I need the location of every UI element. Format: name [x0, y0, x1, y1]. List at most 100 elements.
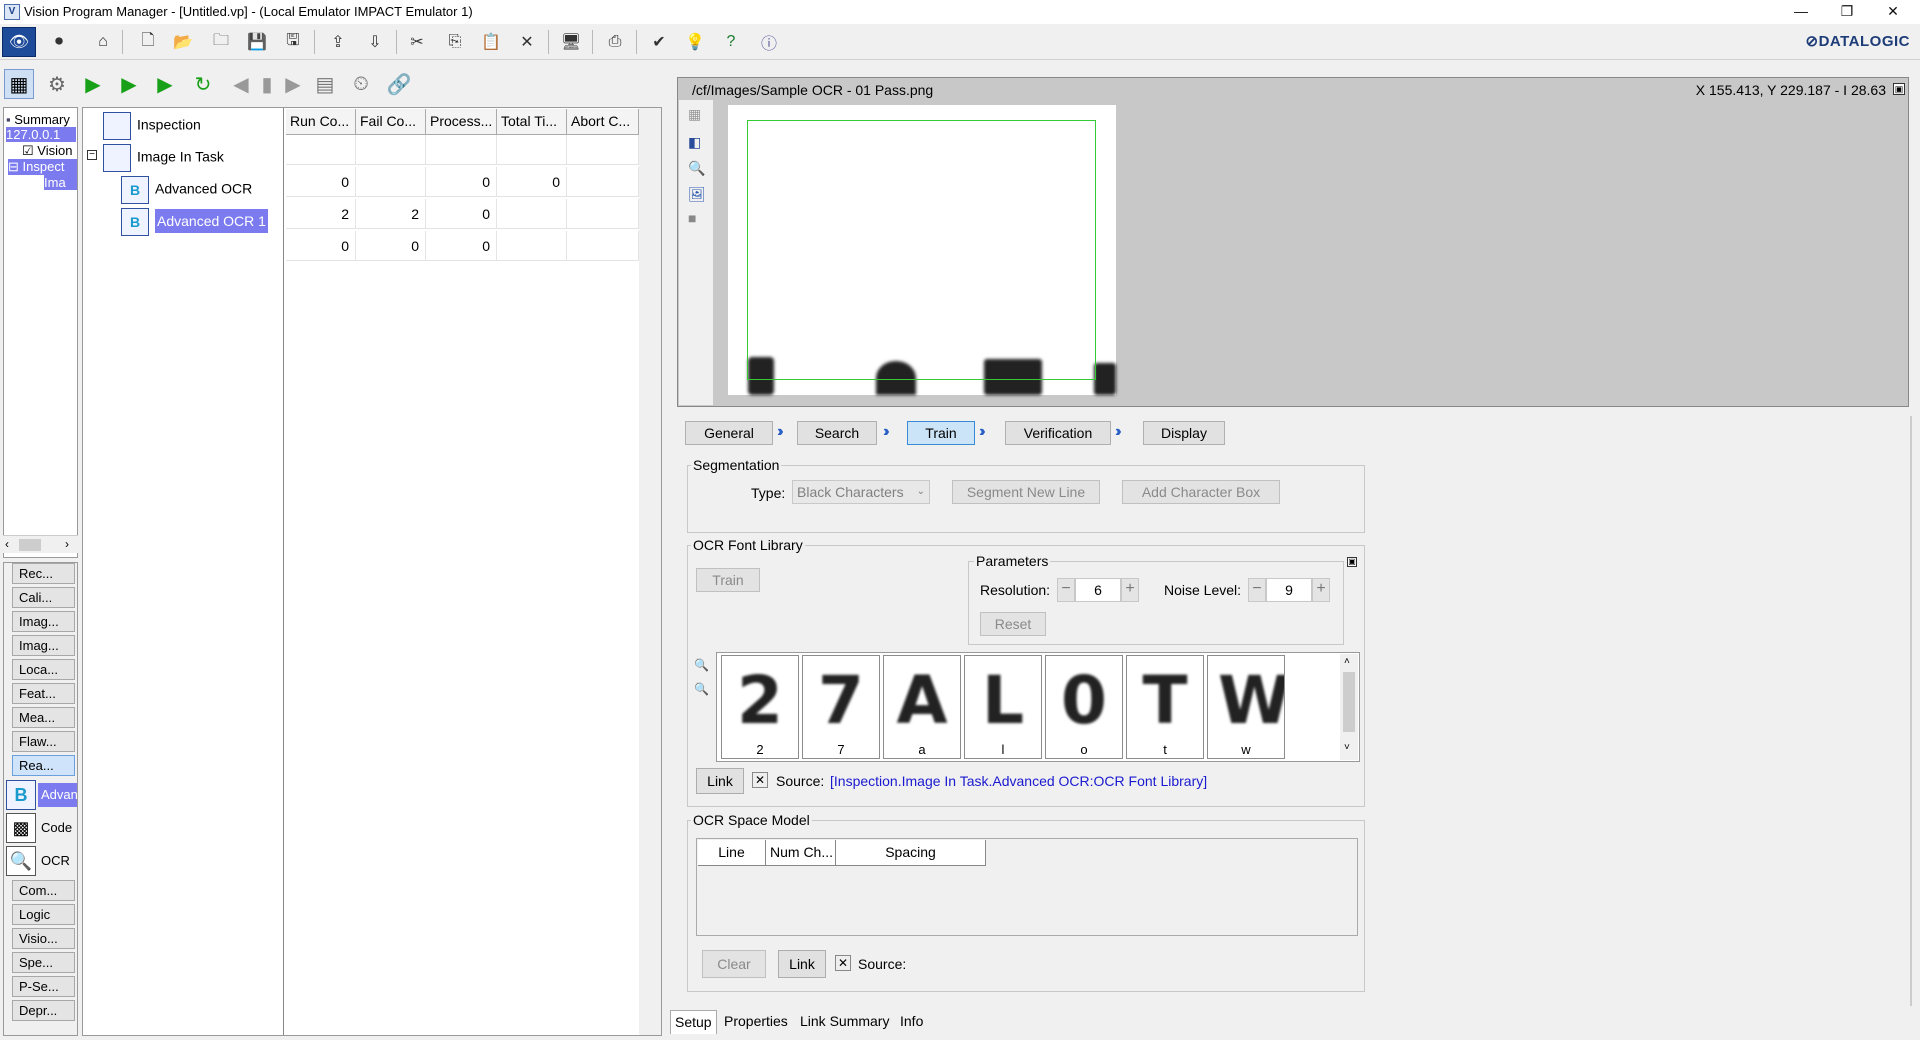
col-process[interactable]: Process...	[426, 109, 497, 135]
tab-properties[interactable]: Properties	[720, 1010, 792, 1034]
category-features[interactable]: Feat...	[12, 683, 75, 704]
category-p-series[interactable]: P-Se...	[12, 976, 75, 997]
col-num-chars[interactable]: Num Ch...	[766, 840, 836, 866]
blank-icon[interactable]: ■	[688, 210, 696, 226]
run-icon[interactable]: ▶	[78, 69, 108, 99]
save-icon[interactable]: 💾	[244, 29, 270, 55]
collapse-toggle-icon[interactable]: −	[87, 150, 97, 160]
lightbulb-icon[interactable]: 💡	[682, 29, 708, 55]
step-display[interactable]: Display	[1143, 421, 1225, 445]
char-cell[interactable]: 2 2	[721, 655, 799, 759]
task-node-inspection[interactable]: Inspection	[103, 112, 201, 140]
category-read[interactable]: Rea...	[12, 755, 75, 776]
print-icon[interactable]: ⎙	[602, 29, 628, 55]
space-unlink-checkbox[interactable]: ✕	[835, 955, 851, 971]
reset-button[interactable]: Reset	[980, 612, 1046, 636]
scroll-right-icon[interactable]: ›	[65, 537, 69, 551]
segment-new-line-button[interactable]: Segment New Line	[952, 480, 1100, 504]
stop-icon[interactable]: ⏺	[46, 29, 72, 55]
category-special[interactable]: Spe...	[12, 952, 75, 973]
zoom-out-icon[interactable]: 🔍	[694, 682, 709, 696]
col-total-time[interactable]: Total Ti...	[497, 109, 567, 135]
scroll-thumb[interactable]	[1343, 672, 1355, 732]
font-unlink-checkbox[interactable]: ✕	[752, 772, 768, 788]
step-train[interactable]: Train	[907, 421, 975, 445]
category-calibration[interactable]: Cali...	[12, 587, 75, 608]
noise-decrement-button[interactable]: −	[1248, 578, 1266, 602]
char-cell[interactable]: 7 7	[802, 655, 880, 759]
restore-button[interactable]: ❐	[1824, 0, 1870, 24]
tool-ocr[interactable]: 🔍 OCR	[5, 845, 78, 877]
step-search[interactable]: Search	[797, 421, 877, 445]
add-character-box-button[interactable]: Add Character Box	[1122, 480, 1280, 504]
resolution-decrement-button[interactable]: −	[1057, 578, 1075, 602]
tree-horizontal-scrollbar[interactable]: ‹ ›	[3, 535, 78, 553]
home-icon[interactable]: ⌂	[90, 29, 116, 55]
panels-icon[interactable]: ▤	[310, 69, 340, 99]
next-icon[interactable]: ▶	[278, 69, 308, 99]
minimize-button[interactable]: —	[1778, 0, 1824, 24]
space-link-button[interactable]: Link	[778, 950, 826, 978]
settings-icon[interactable]: ⚙	[42, 69, 72, 99]
roi-rectangle[interactable]	[747, 120, 1096, 380]
char-cell[interactable]: 0 o	[1045, 655, 1123, 759]
overlay-icon[interactable]: ◧	[688, 134, 701, 151]
tool-advanced-ocr[interactable]: B Advan	[5, 779, 78, 811]
category-communication[interactable]: Com...	[12, 880, 75, 901]
pin-icon[interactable]: ▣	[1893, 83, 1905, 95]
help-icon[interactable]: ?	[718, 29, 744, 55]
open-icon[interactable]: 📂	[170, 29, 196, 55]
type-select[interactable]: Black Characters ⌄	[792, 480, 930, 504]
cut-icon[interactable]: ✂	[404, 29, 430, 55]
tree-item-image[interactable]: Ima	[44, 175, 77, 190]
close-button[interactable]: ✕	[1870, 0, 1916, 24]
tree-item-summary[interactable]: ▪ Summary	[6, 112, 70, 127]
image-icon[interactable]: 🖼	[688, 186, 706, 203]
pin-icon[interactable]: ▣	[1347, 557, 1357, 567]
category-logic[interactable]: Logic	[12, 904, 75, 925]
tree-item-inspection[interactable]: ⊟ Inspect	[8, 159, 77, 175]
gallery-scrollbar[interactable]: ˄ ˅	[1340, 654, 1358, 760]
paste-icon[interactable]: 📋	[478, 29, 504, 55]
table-vertical-scrollbar[interactable]	[639, 108, 661, 1035]
panel-splitter[interactable]	[662, 107, 676, 1036]
loop-icon[interactable]: ↻	[188, 69, 218, 99]
col-spacing[interactable]: Spacing	[836, 840, 986, 866]
folder-icon[interactable]: 🗀	[208, 29, 234, 55]
delete-icon[interactable]: ✕	[514, 29, 540, 55]
scroll-down-icon[interactable]: ˅	[1344, 742, 1350, 753]
vision-program-icon[interactable]: 👁	[2, 27, 36, 57]
step-general[interactable]: General	[685, 421, 773, 445]
category-recognition[interactable]: Rec...	[12, 563, 75, 584]
about-icon[interactable]: ⓘ	[756, 29, 782, 55]
noise-level-input[interactable]: 9	[1266, 578, 1312, 602]
run-once-icon[interactable]: ▶	[114, 69, 144, 99]
check-icon[interactable]: ✔	[646, 29, 672, 55]
resolution-input[interactable]: 6	[1075, 578, 1121, 602]
category-deprecated[interactable]: Depr...	[12, 1000, 75, 1021]
font-link-button[interactable]: Link	[696, 768, 744, 794]
copy-icon[interactable]: ⎘	[442, 29, 468, 55]
tab-link-summary[interactable]: Link Summary	[796, 1010, 893, 1034]
tree-item-emulator[interactable]: 127.0.0.1	[6, 127, 76, 142]
task-node-advanced-ocr[interactable]: B Advanced OCR	[121, 176, 252, 204]
char-cell[interactable]: A a	[883, 655, 961, 759]
save-all-icon[interactable]: 🖫	[280, 29, 306, 55]
task-node-advanced-ocr-1[interactable]: B Advanced OCR 1	[121, 208, 268, 236]
scroll-left-icon[interactable]: ‹	[5, 537, 9, 551]
new-file-icon[interactable]: 🗋	[135, 29, 161, 55]
task-node-image-in-task[interactable]: Image In Task	[103, 144, 224, 172]
layout-icon[interactable]: ▦	[4, 69, 34, 99]
scroll-up-icon[interactable]: ˄	[1344, 656, 1350, 667]
category-measure[interactable]: Mea...	[12, 707, 75, 728]
char-cell[interactable]: L l	[964, 655, 1042, 759]
col-line[interactable]: Line	[698, 840, 766, 866]
font-source-link[interactable]: [Inspection.Image In Task.Advanced OCR:O…	[830, 773, 1207, 789]
tab-setup[interactable]: Setup	[670, 1010, 717, 1034]
monitor-icon[interactable]: 🖥	[558, 29, 584, 55]
train-button[interactable]: Train	[696, 568, 760, 592]
category-image-1[interactable]: Imag...	[12, 611, 75, 632]
category-flaw[interactable]: Flaw...	[12, 731, 75, 752]
tree-item-vision[interactable]: ☑ Vision	[22, 143, 72, 159]
category-locate[interactable]: Loca...	[12, 659, 75, 680]
